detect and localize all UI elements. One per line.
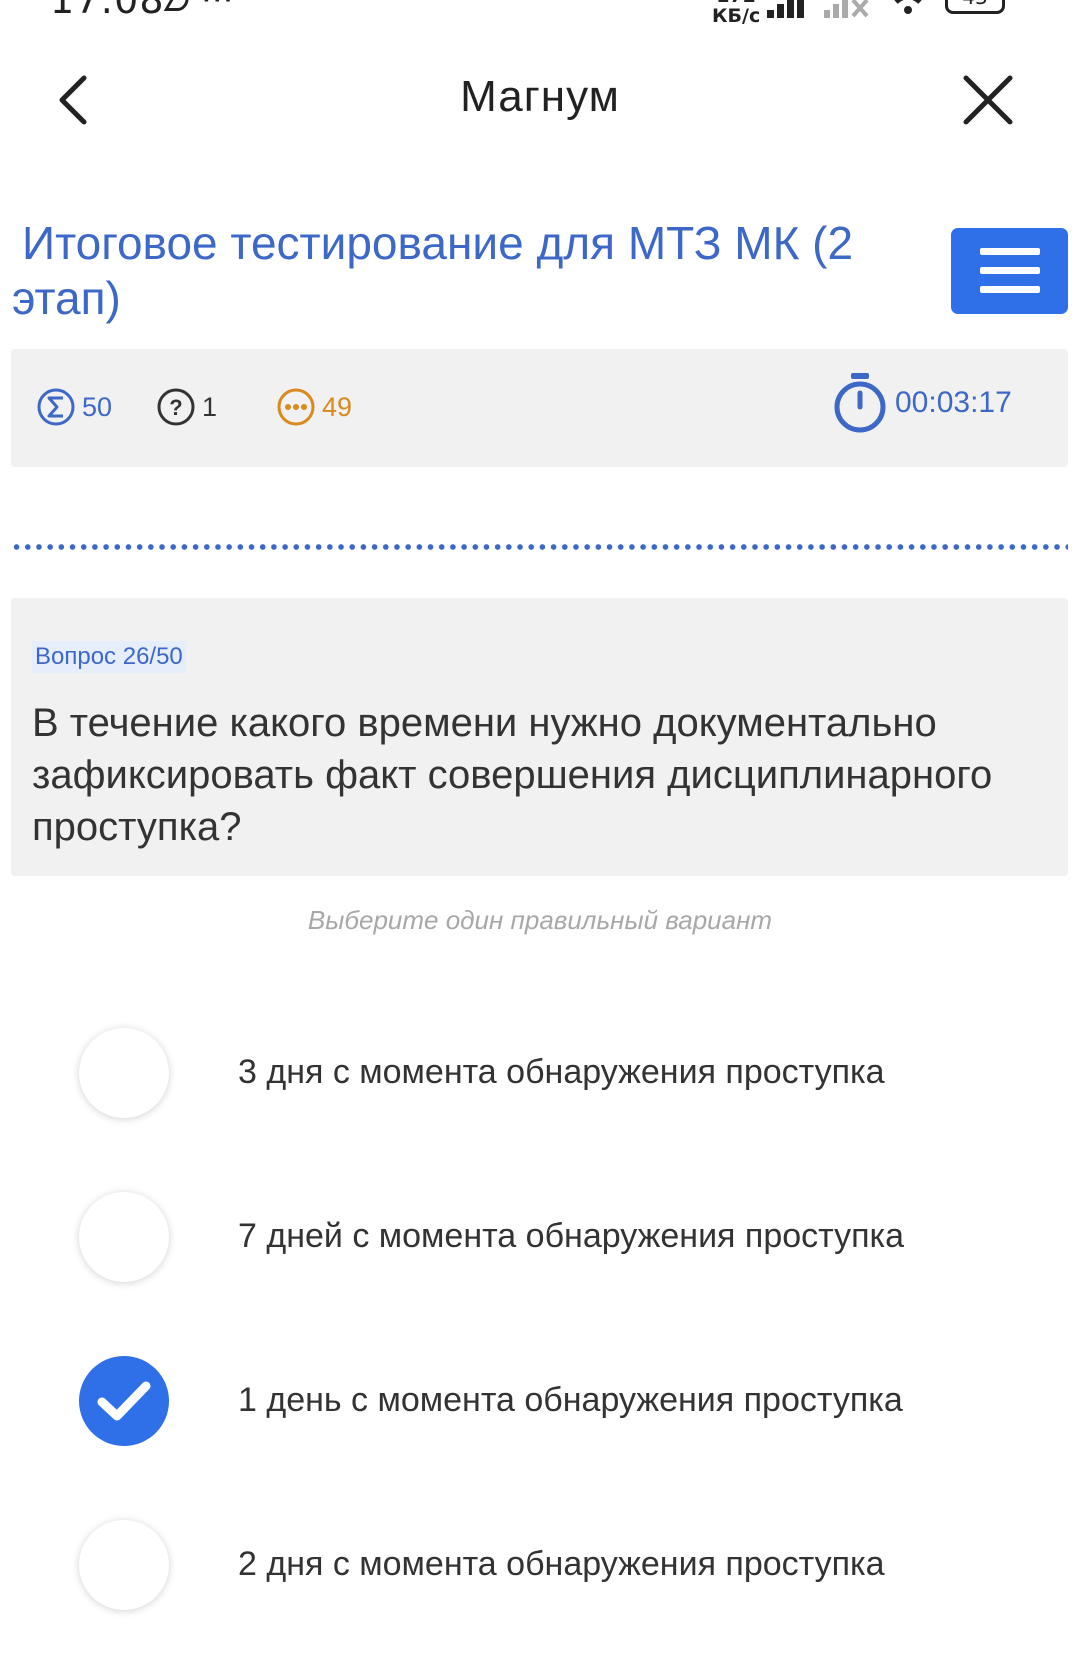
signal-icon xyxy=(767,0,804,18)
hamburger-menu-icon-bar xyxy=(980,286,1040,293)
svg-text:?: ? xyxy=(169,395,182,420)
answer-option-label: 3 дня с момента обнаружения проступка xyxy=(238,1053,885,1091)
answer-option-label: 2 дня с момента обнаружения проступка xyxy=(238,1545,885,1583)
answer-option-label: 7 дней с момента обнаружения проступка xyxy=(238,1217,905,1255)
radio-button-checked[interactable] xyxy=(79,1356,169,1446)
answer-option-4[interactable]: 2 дня с момента обнаружения проступка xyxy=(0,1510,1080,1620)
status-bar: 17:08 ᗤ ··· 172 КБ/с 43 xyxy=(0,0,1080,26)
menu-button[interactable] xyxy=(951,228,1068,314)
timer-value: 00:03:17 xyxy=(895,386,1012,419)
stopwatch-icon xyxy=(834,373,886,433)
answer-option-3[interactable]: 1 день с момента обнаружения проступка xyxy=(0,1346,1080,1456)
timer-stat: 00:03:17 xyxy=(831,371,1012,435)
radio-button[interactable] xyxy=(79,1028,169,1118)
remaining-questions-count: 49 xyxy=(322,391,353,422)
question-card: Вопрос 26/50 В течение какого времени ну… xyxy=(11,598,1068,876)
radio-button[interactable] xyxy=(79,1520,169,1610)
answered-questions-stat: ? 1 xyxy=(156,387,217,427)
answered-questions-count: 1 xyxy=(202,391,218,422)
network-speed-unit: КБ/с xyxy=(712,5,761,27)
answer-option-label: 1 день с момента обнаружения проступка xyxy=(238,1381,903,1419)
answer-option-1[interactable]: 3 дня с момента обнаружения проступка xyxy=(0,1018,1080,1128)
answer-hint: Выберите один правильный вариант xyxy=(307,905,773,935)
quiz-screen: 17:08 ᗤ ··· 172 КБ/с 43 Магнум xyxy=(0,0,1080,1655)
total-questions-count: 50 xyxy=(82,391,113,422)
status-app-icons: ᗤ ··· xyxy=(162,0,234,20)
close-button[interactable] xyxy=(960,72,1016,128)
question-text: В течение какого времени нужно документа… xyxy=(32,701,993,849)
app-title: Магнум xyxy=(460,72,620,121)
hamburger-menu-icon-bar xyxy=(980,267,1040,274)
signal-no-service-icon xyxy=(824,0,869,18)
status-time: 17:08 xyxy=(50,0,165,22)
top-app-bar: Магнум xyxy=(0,50,1080,150)
battery-icon: 43 xyxy=(945,0,1005,14)
question-mark-icon: ? xyxy=(157,388,195,426)
test-stats-panel: 50 ? 1 49 00:03:17 xyxy=(11,349,1068,467)
checkmark-icon xyxy=(97,1381,151,1421)
test-title: Итоговое тестирование для МТЗ МК (2 этап… xyxy=(12,217,854,324)
answer-option-2[interactable]: 7 дней с момента обнаружения проступка xyxy=(0,1182,1080,1292)
progress-dotted-separator xyxy=(11,543,1068,551)
radio-button[interactable] xyxy=(79,1192,169,1282)
question-number: Вопрос 26/50 xyxy=(32,641,186,673)
total-questions-stat: 50 xyxy=(36,387,112,427)
network-speed: 172 КБ/с xyxy=(712,0,760,26)
more-dots-icon xyxy=(277,388,315,426)
remaining-questions-stat: 49 xyxy=(276,387,352,427)
wifi-icon xyxy=(894,0,922,14)
sigma-icon xyxy=(37,388,75,426)
close-icon xyxy=(963,75,1013,125)
hamburger-menu-icon xyxy=(980,248,1040,255)
